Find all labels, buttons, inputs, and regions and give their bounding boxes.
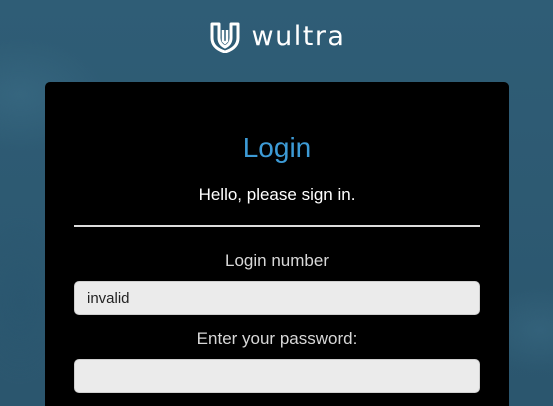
login-number-label: Login number [225, 251, 329, 270]
login-card: Login Hello, please sign in. Login numbe… [45, 82, 509, 406]
brand-name: wultra [251, 20, 346, 52]
divider [74, 225, 480, 227]
login-subtitle: Hello, please sign in. [198, 185, 356, 204]
password-label: Enter your password: [196, 329, 358, 348]
wultra-shield-icon [210, 22, 240, 53]
login-number-input[interactable] [74, 281, 480, 315]
password-input[interactable] [74, 359, 480, 393]
page-title: Login [242, 132, 312, 163]
brand-logo: wultra [0, 19, 553, 55]
